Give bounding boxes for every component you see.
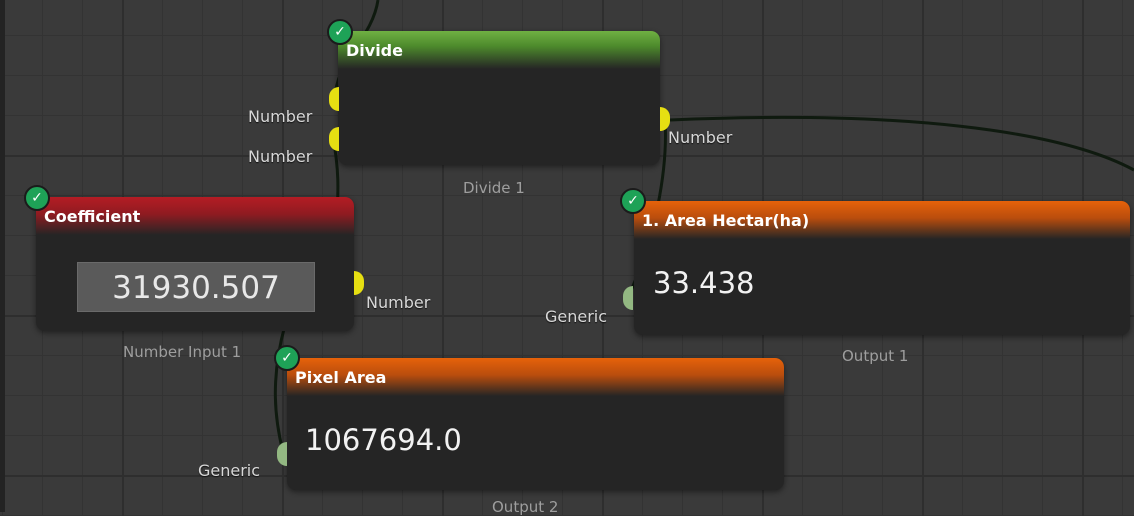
coefficient-node-caption: Number Input 1 xyxy=(123,343,242,361)
divide-input-label-2: Number xyxy=(248,147,313,166)
divide-input-port-2[interactable] xyxy=(329,127,339,151)
wire-divide-to-right xyxy=(669,115,1134,172)
divide-node-caption: Divide 1 xyxy=(463,179,525,197)
pixel-area-status-check-icon: ✓ xyxy=(274,345,300,371)
coefficient-value-input[interactable]: 31930.507 xyxy=(77,262,315,312)
pixel-area-input-port[interactable] xyxy=(277,442,287,466)
pixel-area-node-title: Pixel Area xyxy=(287,358,784,396)
coefficient-output-label: Number xyxy=(366,293,431,312)
area-hectar-input-port[interactable] xyxy=(623,286,633,310)
canvas-left-edge xyxy=(0,0,5,512)
divide-input-label-1: Number xyxy=(248,107,313,126)
area-hectar-node-caption: Output 1 xyxy=(842,347,909,365)
divide-output-label: Number xyxy=(668,128,733,147)
coefficient-output-port[interactable] xyxy=(354,271,364,295)
wire-to-pixel-area xyxy=(273,324,287,453)
pixel-area-input-label: Generic xyxy=(198,461,261,480)
pixel-area-node-caption: Output 2 xyxy=(492,498,559,516)
divide-status-check-icon: ✓ xyxy=(327,19,353,45)
divide-node-title: Divide xyxy=(338,31,660,69)
area-hectar-input-label: Generic xyxy=(545,307,608,326)
node-graph-canvas[interactable]: Divide ✓ Number Number Number Divide 1 C… xyxy=(0,0,1134,516)
area-hectar-status-check-icon: ✓ xyxy=(620,188,646,214)
coefficient-node-title: Coefficient xyxy=(36,197,354,235)
area-hectar-value: 33.438 xyxy=(653,266,755,300)
area-hectar-node-title: 1. Area Hectar(ha) xyxy=(634,201,1130,239)
divide-input-port-1[interactable] xyxy=(329,87,339,111)
pixel-area-value: 1067694.0 xyxy=(305,423,462,457)
divide-node[interactable]: Divide xyxy=(338,31,660,165)
coefficient-status-check-icon: ✓ xyxy=(24,185,50,211)
